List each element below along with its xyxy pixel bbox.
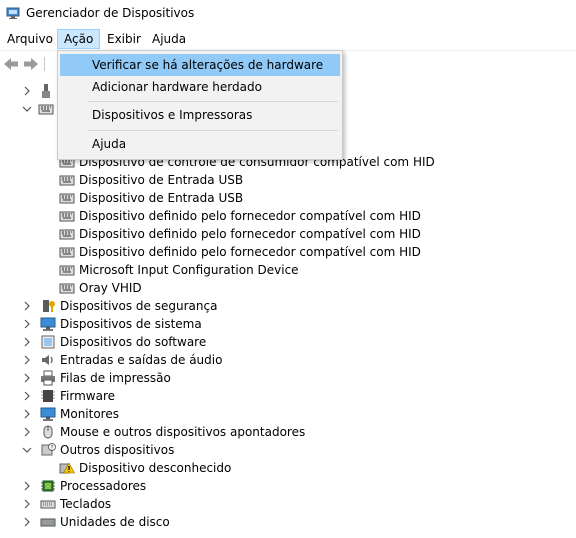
unknown-device-icon: ? <box>41 443 56 456</box>
menu-item-devices-printers[interactable]: Dispositivos e Impressoras <box>60 104 340 126</box>
device-manager-app-icon <box>6 7 20 19</box>
tree-row-hid-child[interactable]: Dispositivo definido pelo fornecedor com… <box>0 207 421 225</box>
hid-keyboard-icon <box>59 193 75 204</box>
tree-row-category[interactable]: Mouse e outros dispositivos apontadores <box>0 423 330 441</box>
menu-ajuda[interactable]: Ajuda <box>146 30 192 48</box>
hid-keyboard-icon <box>38 104 54 115</box>
tree-row-hid-devices[interactable] <box>0 100 60 118</box>
tree-row-category[interactable]: Dispositivos de sistema <box>0 315 330 333</box>
chevron-right-icon[interactable] <box>22 351 32 369</box>
chevron-right-icon[interactable] <box>22 315 32 333</box>
tree-row-hid-child[interactable]: Dispositivo definido pelo fornecedor com… <box>0 225 421 243</box>
disk-drive-icon <box>40 518 56 527</box>
tree-row-hid-child[interactable]: Dispositivo definido pelo fornecedor com… <box>0 243 421 261</box>
tree-row-category[interactable]: Dispositivo desconhecido <box>0 459 330 477</box>
tree-row-usb-controllers[interactable] <box>0 82 60 100</box>
chevron-right-icon[interactable] <box>22 405 32 423</box>
chevron-right-icon[interactable] <box>22 82 32 100</box>
security-device-icon <box>43 300 55 312</box>
hid-keyboard-icon <box>59 175 75 186</box>
speaker-icon <box>42 355 53 365</box>
chevron-right-icon[interactable] <box>22 297 32 315</box>
menu-bar: Arquivo Ação Exibir Ajuda <box>0 28 576 50</box>
tree-row-category[interactable]: Teclados <box>0 495 330 513</box>
hid-keyboard-icon <box>59 247 75 258</box>
menu-separator <box>88 130 338 131</box>
tree-row-category[interactable]: Unidades de disco <box>0 513 330 531</box>
firmware-icon <box>41 390 55 402</box>
mouse-icon <box>43 425 53 439</box>
tree-row-category[interactable]: Firmware <box>0 387 330 405</box>
tree-row-hid-child[interactable]: Microsoft Input Configuration Device <box>0 261 420 279</box>
chevron-right-icon[interactable] <box>22 333 32 351</box>
usb-icon <box>42 84 50 98</box>
window-title: Gerenciador de Dispositivos <box>26 6 195 20</box>
printer-icon <box>41 370 55 386</box>
software-device-icon <box>41 335 55 349</box>
svg-text:?: ? <box>50 444 53 451</box>
acao-dropdown-menu: Verificar se há alterações de hardware A… <box>57 50 343 160</box>
chevron-right-icon[interactable] <box>22 477 32 495</box>
tree-row-category[interactable]: Dispositivos do software <box>0 333 330 351</box>
tree-row-hid-child[interactable]: Dispositivo de Entrada USB <box>0 189 420 207</box>
warning-icon <box>59 462 75 474</box>
chevron-down-icon[interactable] <box>22 441 32 459</box>
tree-row-category[interactable]: Monitores <box>0 405 330 423</box>
back-arrow-icon[interactable] <box>2 55 20 73</box>
chevron-right-icon[interactable] <box>22 369 32 387</box>
tree-row-hid-child[interactable]: Oray VHID <box>0 279 420 297</box>
tree-row-category[interactable]: Filas de impressão <box>0 369 330 387</box>
chevron-right-icon[interactable] <box>22 495 32 513</box>
title-bar: Gerenciador de Dispositivos <box>0 0 576 28</box>
forward-arrow-icon[interactable] <box>22 55 40 73</box>
menu-acao[interactable]: Ação <box>57 29 101 49</box>
tree-row-category[interactable]: Dispositivos de segurança <box>0 297 330 315</box>
hid-keyboard-icon <box>59 265 75 276</box>
chevron-right-icon[interactable] <box>22 513 32 531</box>
menu-item-add-legacy-hardware[interactable]: Adicionar hardware herdado <box>60 76 340 98</box>
toolbar-separator <box>44 57 45 71</box>
system-device-icon <box>40 317 56 331</box>
processor-icon <box>41 480 55 492</box>
menu-separator <box>88 101 338 102</box>
menu-exibir[interactable]: Exibir <box>101 30 147 48</box>
chevron-right-icon[interactable] <box>22 423 32 441</box>
hid-keyboard-icon <box>59 211 75 222</box>
menu-item-help[interactable]: Ajuda <box>60 133 340 155</box>
tree-row-category[interactable]: ? Outros dispositivos <box>0 441 330 459</box>
tree-row-hid-child[interactable]: Dispositivo de Entrada USB <box>0 171 420 189</box>
chevron-right-icon[interactable] <box>22 387 32 405</box>
menu-arquivo[interactable]: Arquivo <box>1 30 59 48</box>
chevron-down-icon[interactable] <box>22 100 32 118</box>
keyboard-icon <box>40 500 56 509</box>
tree-row-category[interactable]: Entradas e saídas de áudio <box>0 351 330 369</box>
monitor-icon <box>40 407 56 421</box>
hid-keyboard-icon <box>59 283 75 294</box>
menu-item-scan-hardware[interactable]: Verificar se há alterações de hardware <box>60 54 340 76</box>
tree-row-category[interactable]: Processadores <box>0 477 330 495</box>
hid-keyboard-icon <box>59 229 75 240</box>
